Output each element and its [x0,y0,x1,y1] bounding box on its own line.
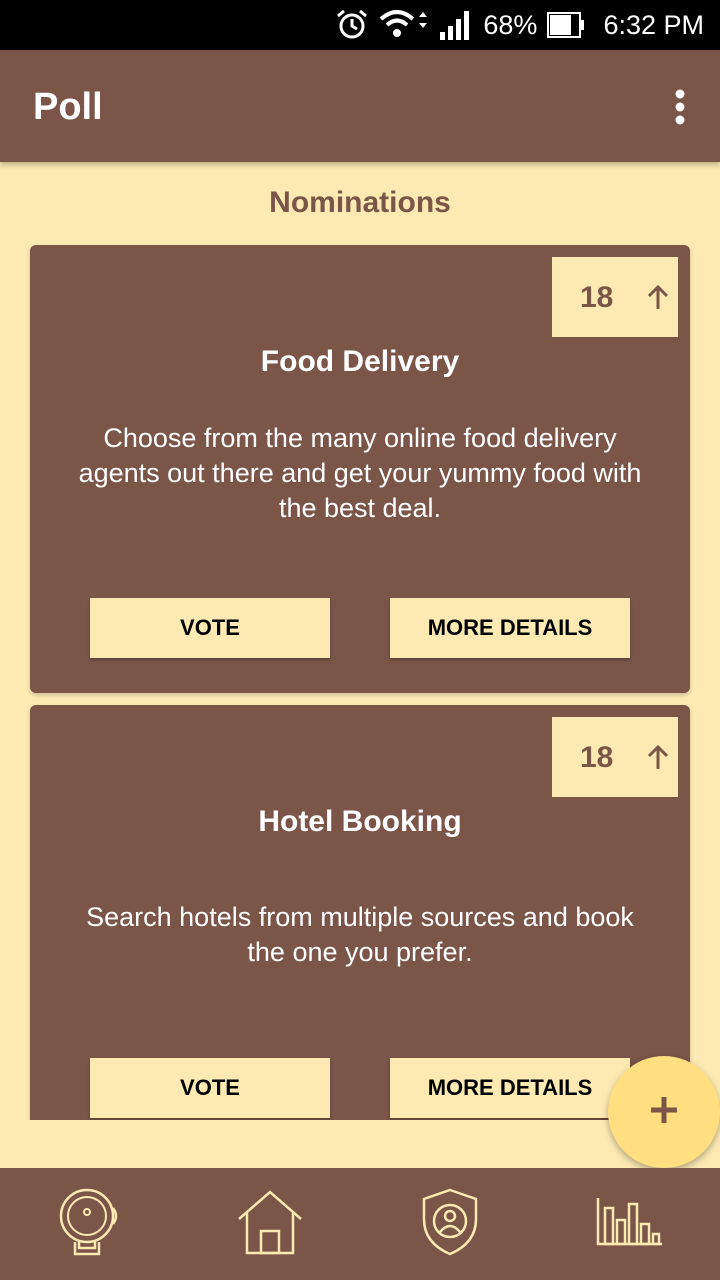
nav-profile[interactable] [410,1188,490,1260]
vote-badge[interactable]: 18 [552,717,678,797]
nomination-title: Hotel Booking [258,805,462,838]
arrow-up-icon [644,743,672,776]
nav-home[interactable] [230,1188,310,1260]
nav-alerts[interactable] [50,1188,130,1260]
bottom-navigation [0,1168,720,1280]
vote-count: 18 [580,281,614,314]
more-vertical-icon[interactable] [674,89,686,125]
plus-icon [648,1094,680,1131]
nomination-description: Choose from the many online food deliver… [78,423,642,523]
app-title: Poll [33,86,103,128]
more-details-button[interactable]: MORE DETAILS [390,1058,630,1118]
section-title: Nominations [269,186,451,219]
bell-icon [57,1186,123,1263]
nomination-description: Search hotels from multiple sources and … [86,902,634,967]
bar-chart-icon [595,1196,665,1253]
app-bar: Poll [0,50,720,162]
nomination-card: 18 Hotel Booking Search hotels from mult… [30,705,690,1120]
nominations-list[interactable]: 18 Food Delivery Choose from the many on… [0,236,720,1120]
shield-user-icon [421,1187,479,1262]
nav-stats[interactable] [590,1188,670,1260]
more-details-button[interactable]: MORE DETAILS [390,598,630,658]
nomination-title: Food Delivery [260,345,460,378]
add-nomination-button[interactable] [608,1056,720,1168]
vote-count: 18 [580,741,614,774]
vote-badge[interactable]: 18 [552,257,678,337]
home-icon [236,1189,304,1260]
arrow-up-icon [644,283,672,316]
wifi-icon [379,9,429,41]
nomination-card: 18 Food Delivery Choose from the many on… [30,245,690,693]
status-bar: 68% 6:32 PM [0,0,720,50]
battery-icon [547,11,585,39]
battery-text: 68% [483,9,538,40]
vote-button[interactable]: VOTE [90,1058,330,1118]
status-icons: 68% 6:32 PM [335,0,704,50]
clock: 6:32 PM [603,9,704,40]
alarm-icon [335,8,369,42]
vote-button[interactable]: VOTE [90,598,330,658]
signal-icon [439,10,473,40]
